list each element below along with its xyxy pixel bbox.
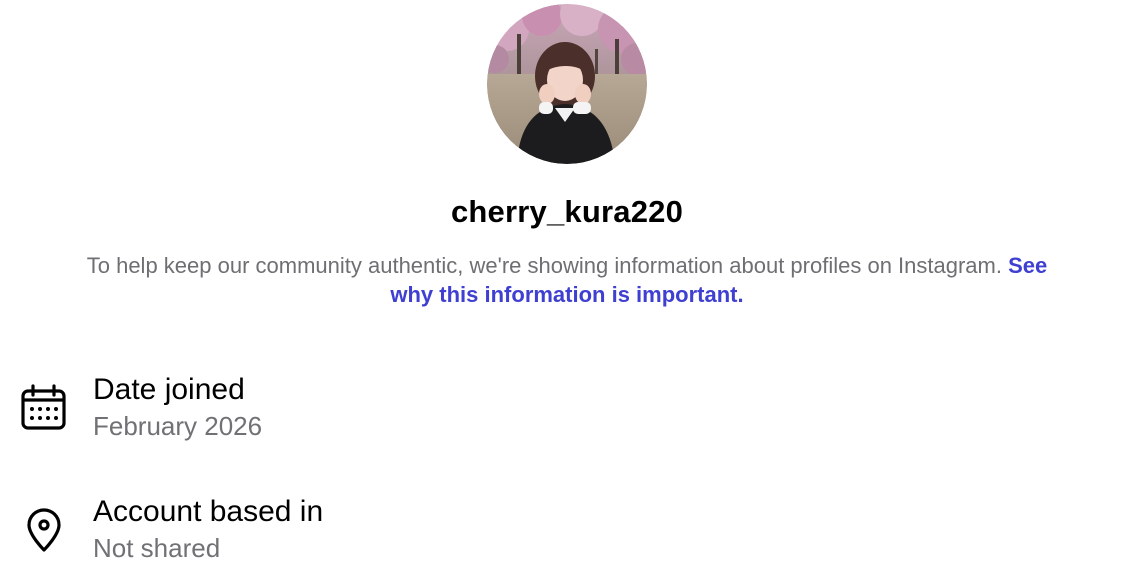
- authenticity-info-body: To help keep our community authentic, we…: [86, 253, 1002, 278]
- account-based-in-value: Not shared: [93, 533, 221, 563]
- location-pin-icon: [27, 508, 61, 552]
- date-joined-row: Date joined February 2026: [0, 370, 1148, 450]
- date-joined-value: February 2026: [93, 411, 263, 441]
- authenticity-info-text: To help keep our community authentic, we…: [80, 251, 1054, 309]
- profile-photo: [487, 4, 647, 164]
- account-based-in-row: Account based in Not shared: [0, 492, 1148, 572]
- account-based-in-label: Account based in: [93, 495, 324, 528]
- profile-username: cherry_kura220: [450, 194, 684, 229]
- calendar-icon: [21, 384, 66, 430]
- date-joined-label: Date joined: [93, 373, 245, 406]
- avatar[interactable]: [487, 4, 647, 164]
